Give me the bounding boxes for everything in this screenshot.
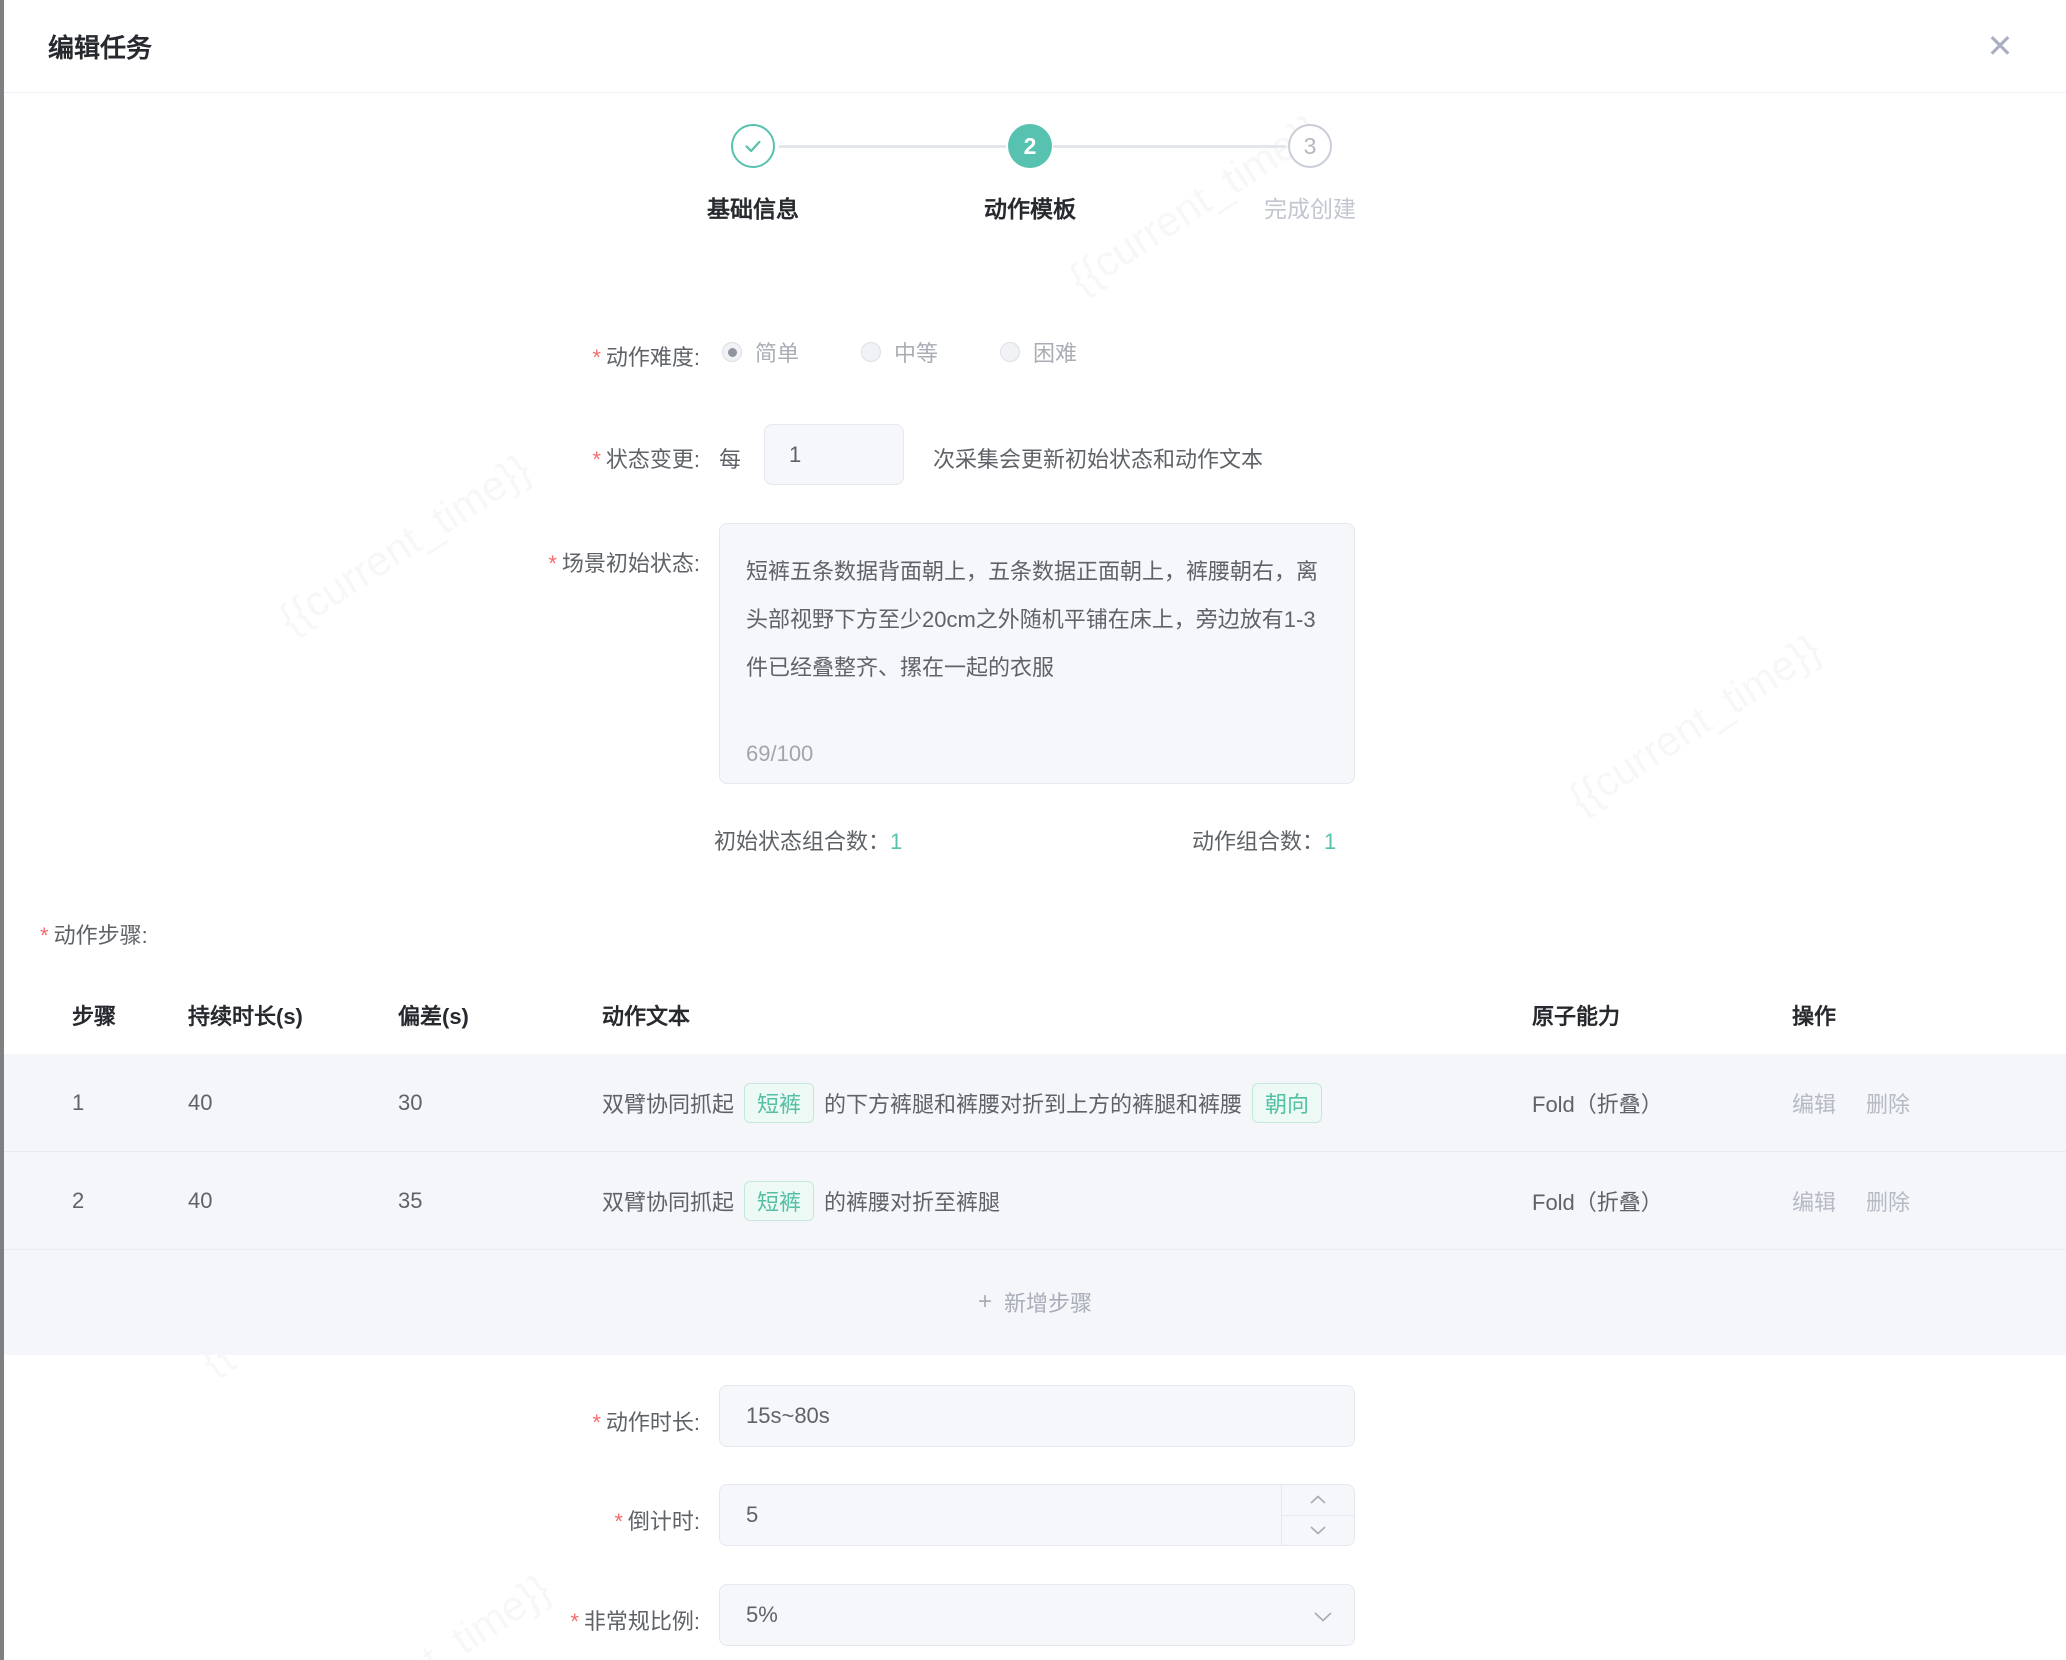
init-combo-value: 1 [890, 829, 902, 854]
countdown-label: *倒计时: [160, 1504, 700, 1536]
radio-icon [861, 342, 881, 362]
init-combo-count: 初始状态组合数：1 [714, 824, 902, 856]
required-mark: * [592, 345, 601, 370]
countdown-value: 5 [746, 1502, 758, 1528]
radio-icon [722, 342, 742, 362]
unusual-ratio-label: *非常规比例: [160, 1604, 700, 1636]
action-steps-label: *动作步骤: [40, 918, 148, 950]
state-change-label: *状态变更: [160, 442, 700, 474]
table-row: 1 40 30 双臂协同抓起短裤的下方裤腿和裤腰对折到上方的裤腿和裤腰朝向 Fold（折… [4, 1054, 2066, 1152]
radio-icon [1000, 342, 1020, 362]
unusual-ratio-value: 5% [746, 1602, 778, 1628]
cell-action-text: 双臂协同抓起短裤的裤腰对折至裤腿 [602, 1152, 1506, 1249]
page-edge [0, 0, 4, 1660]
cell-duration: 40 [188, 1054, 212, 1151]
radio-label: 困难 [1033, 336, 1077, 368]
col-header-deviation: 偏差(s) [398, 975, 469, 1054]
number-stepper [1281, 1485, 1354, 1545]
radio-label: 中等 [894, 336, 938, 368]
radio-option-hard[interactable]: 困难 [1000, 336, 1077, 368]
action-combo-value: 1 [1324, 829, 1336, 854]
delete-action[interactable]: 删除 [1866, 1185, 1910, 1217]
cell-operations: 编辑删除 [1792, 1054, 1940, 1151]
stepper-up-button[interactable] [1282, 1485, 1354, 1516]
step-connector [1053, 145, 1286, 148]
col-header-operations: 操作 [1792, 975, 1836, 1054]
required-mark: * [592, 447, 601, 472]
step-circle-2: 2 [1008, 124, 1052, 168]
state-change-prefix: 每 [719, 442, 741, 474]
state-change-input[interactable]: 1 [764, 424, 904, 485]
check-icon [742, 135, 764, 157]
col-header-ability: 原子能力 [1532, 975, 1620, 1054]
required-mark: * [614, 1509, 623, 1534]
radio-option-medium[interactable]: 中等 [861, 336, 938, 368]
step-label-action-template: 动作模板 [910, 190, 1150, 224]
table-header: 步骤 持续时长(s) 偏差(s) 动作文本 原子能力 操作 [4, 975, 2066, 1054]
text-fragment: 双臂协同抓起 [602, 1185, 734, 1217]
cell-action-text: 双臂协同抓起短裤的下方裤腿和裤腰对折到上方的裤腿和裤腰朝向 [602, 1054, 1506, 1151]
duration-input[interactable]: 15s~80s [719, 1385, 1355, 1447]
action-combo-count: 动作组合数：1 [1192, 824, 1336, 856]
radio-label: 简单 [755, 336, 799, 368]
add-step-button[interactable]: + 新增步骤 [4, 1250, 2066, 1354]
entity-tag[interactable]: 短裤 [744, 1083, 814, 1123]
col-header-action-text: 动作文本 [602, 975, 1506, 1054]
table-body: 14030双臂协同抓起短裤的下方裤腿和裤腰对折到上方的裤腿和裤腰朝向Fold（折… [4, 1054, 2066, 1250]
stepper-down-button[interactable] [1282, 1516, 1354, 1546]
difficulty-label: *动作难度: [160, 340, 700, 372]
delete-action[interactable]: 删除 [1866, 1087, 1910, 1119]
scene-init-textarea[interactable]: 短裤五条数据背面朝上，五条数据正面朝上，裤腰朝右，离头部视野下方至少20cm之外… [719, 523, 1355, 784]
text-fragment: 的裤腰对折至裤腿 [824, 1185, 1000, 1217]
required-mark: * [40, 923, 49, 948]
add-step-label: 新增步骤 [1004, 1286, 1092, 1318]
unusual-ratio-select[interactable]: 5% [719, 1584, 1355, 1646]
cell-ability: Fold（折叠） [1532, 1152, 1663, 1249]
cell-step: 1 [72, 1054, 84, 1151]
chevron-down-icon [1310, 1526, 1326, 1535]
watermark: {{current_time}} [270, 445, 539, 643]
cell-ability: Fold（折叠） [1532, 1054, 1663, 1151]
cell-step: 2 [72, 1152, 84, 1249]
dialog-title: 编辑任务 [48, 0, 152, 92]
cell-operations: 编辑删除 [1792, 1152, 1940, 1249]
close-icon[interactable]: ✕ [1976, 22, 2024, 70]
col-header-duration: 持续时长(s) [188, 975, 303, 1054]
dialog-header: 编辑任务 ✕ [4, 0, 2066, 93]
chevron-up-icon [1310, 1495, 1326, 1504]
duration-label: *动作时长: [160, 1405, 700, 1437]
cell-deviation: 35 [398, 1152, 422, 1249]
difficulty-radio-group: 简单 中等 困难 [722, 336, 1139, 368]
col-header-step: 步骤 [72, 975, 116, 1054]
watermark: {{current_time}} [1560, 625, 1829, 823]
step-circle-1 [731, 124, 775, 168]
state-change-suffix: 次采集会更新初始状态和动作文本 [933, 442, 1263, 474]
cell-deviation: 30 [398, 1054, 422, 1151]
table-band: 14030双臂协同抓起短裤的下方裤腿和裤腰对折到上方的裤腿和裤腰朝向Fold（折… [4, 1054, 2066, 1355]
countdown-input[interactable]: 5 [719, 1484, 1355, 1546]
entity-tag[interactable]: 短裤 [744, 1181, 814, 1221]
text-fragment: 双臂协同抓起 [602, 1087, 734, 1119]
table-row: 2 40 35 双臂协同抓起短裤的裤腰对折至裤腿 Fold（折叠） 编辑删除 [4, 1152, 2066, 1250]
step-circle-3: 3 [1288, 124, 1332, 168]
required-mark: * [548, 551, 557, 576]
char-counter: 69/100 [746, 741, 813, 767]
radio-option-easy[interactable]: 简单 [722, 336, 799, 368]
step-label-finish: 完成创建 [1190, 190, 1430, 224]
step-connector [779, 145, 1006, 148]
edit-task-dialog: {{current_time}} {{current_time}} {{curr… [0, 0, 2066, 1660]
edit-action[interactable]: 编辑 [1792, 1087, 1836, 1119]
select-chevron-down-icon [1314, 1602, 1332, 1628]
scene-init-label: *场景初始状态: [160, 546, 700, 578]
text-fragment: 的下方裤腿和裤腰对折到上方的裤腿和裤腰 [824, 1087, 1242, 1119]
scene-init-text: 短裤五条数据背面朝上，五条数据正面朝上，裤腰朝右，离头部视野下方至少20cm之外… [746, 548, 1328, 692]
plus-icon: + [978, 1288, 992, 1316]
required-mark: * [592, 1410, 601, 1435]
required-mark: * [570, 1609, 579, 1634]
cell-duration: 40 [188, 1152, 212, 1249]
edit-action[interactable]: 编辑 [1792, 1185, 1836, 1217]
entity-tag[interactable]: 朝向 [1252, 1083, 1322, 1123]
step-label-basic-info: 基础信息 [633, 190, 873, 224]
